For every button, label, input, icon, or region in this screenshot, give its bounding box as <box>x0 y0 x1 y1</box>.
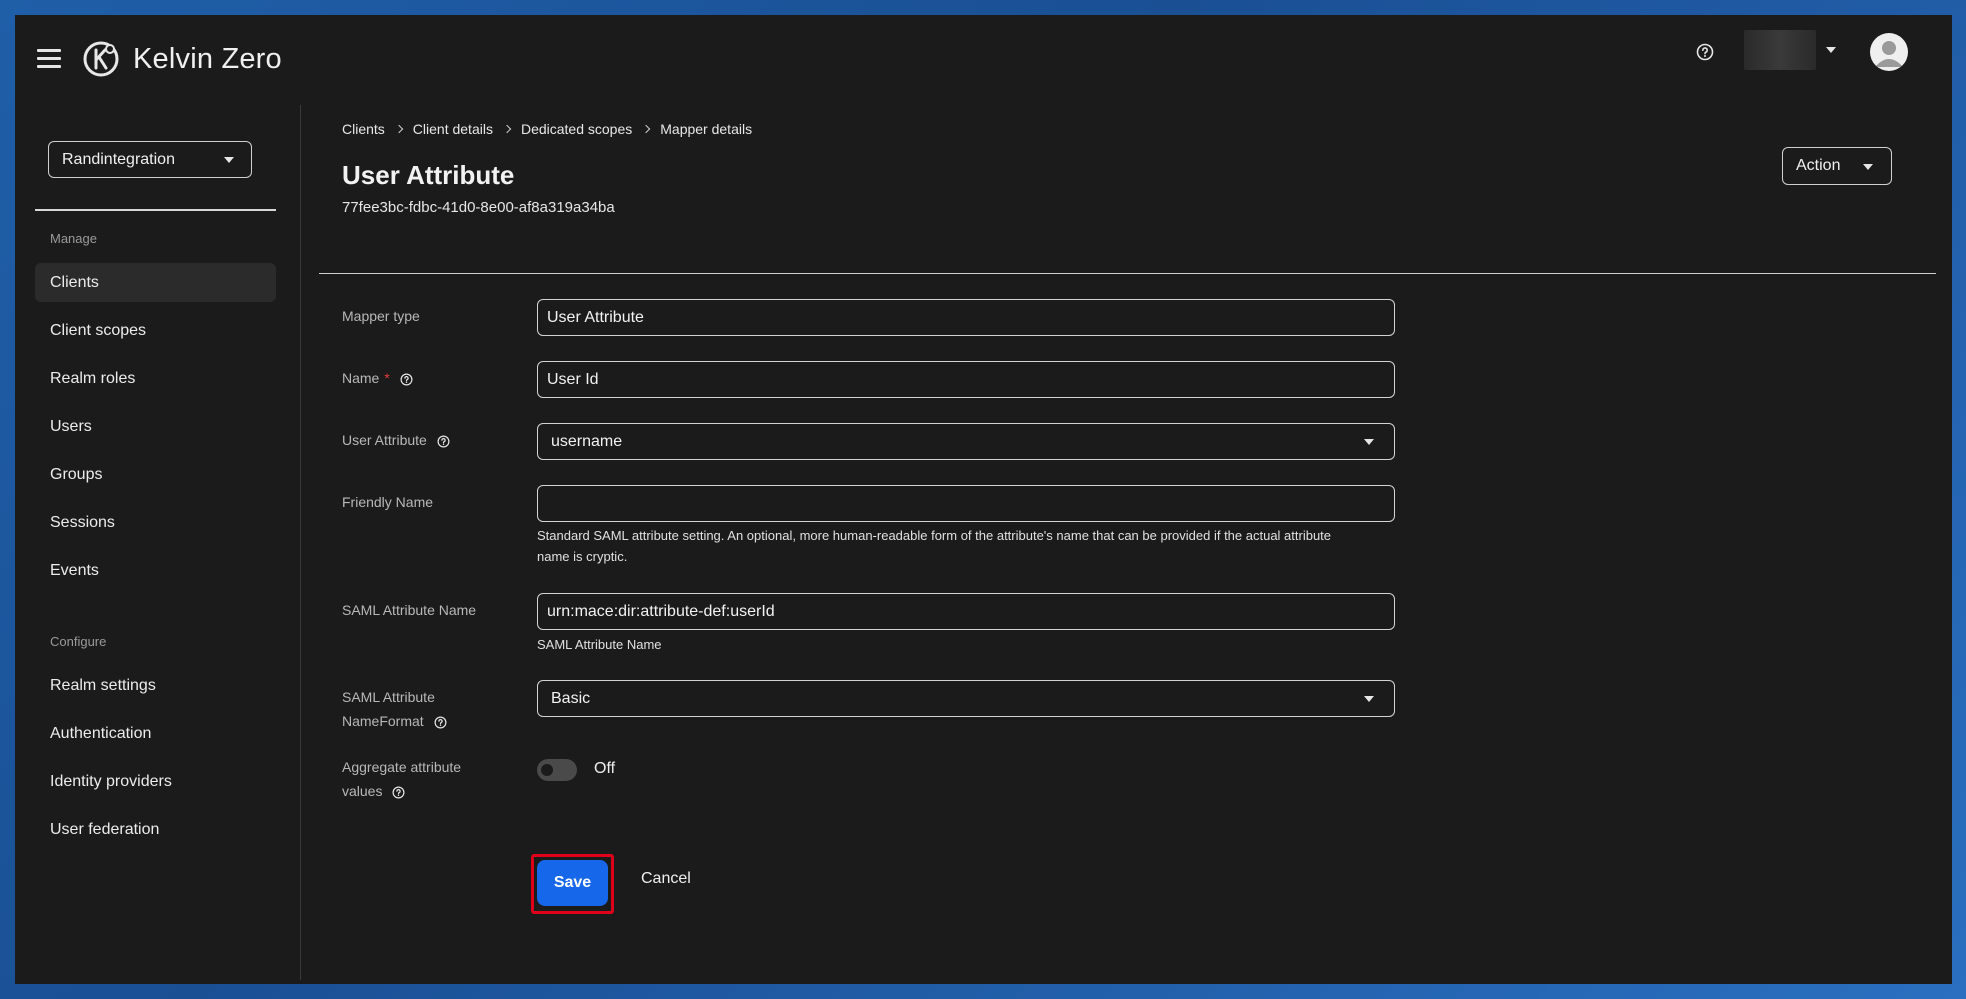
caret-down-icon <box>1364 439 1374 445</box>
user-attribute-value: username <box>551 432 623 450</box>
aggregate-toggle-state: Off <box>594 760 616 777</box>
sidebar-item-events[interactable]: Events <box>35 551 276 590</box>
help-icon[interactable] <box>400 373 413 386</box>
user-attribute-label: User Attribute <box>342 432 427 448</box>
mapper-id: 77fee3bc-fdbc-41d0-8e00-af8a319a34ba <box>342 199 615 216</box>
aggregate-label-line2-row: values <box>342 779 461 803</box>
toggle-knob <box>541 764 553 776</box>
saml-nameformat-value: Basic <box>551 689 591 707</box>
main-content: Clients Client details Dedicated scopes … <box>302 105 1952 980</box>
breadcrumb: Clients Client details Dedicated scopes … <box>342 121 752 137</box>
help-icon[interactable] <box>437 435 450 448</box>
help-icon[interactable] <box>1696 43 1714 61</box>
help-icon[interactable] <box>392 786 405 799</box>
cancel-button[interactable]: Cancel <box>641 870 691 888</box>
caret-down-icon[interactable] <box>1826 47 1836 53</box>
name-label: Name <box>342 370 380 386</box>
saml-attribute-name-helper: SAML Attribute Name <box>537 637 662 652</box>
saml-nameformat-label-line2-row: NameFormat <box>342 709 447 733</box>
user-name-redacted[interactable] <box>1744 30 1816 70</box>
section-label-configure: Configure <box>50 634 107 649</box>
friendly-name-helper: Standard SAML attribute setting. An opti… <box>537 528 1332 564</box>
sidebar-item-realm-settings[interactable]: Realm settings <box>35 666 276 705</box>
sidebar-item-realm-roles[interactable]: Realm roles <box>35 359 276 398</box>
sidebar-item-authentication[interactable]: Authentication <box>35 714 276 753</box>
name-input[interactable] <box>537 361 1395 398</box>
caret-down-icon <box>224 157 234 163</box>
mapper-type-label: Mapper type <box>342 308 420 324</box>
saml-nameformat-label-row: SAML Attribute NameFormat <box>342 685 447 733</box>
sidebar-item-client-scopes[interactable]: Client scopes <box>35 311 276 350</box>
aggregate-label-line2: values <box>342 783 383 799</box>
caret-down-icon <box>1863 164 1873 170</box>
realm-name: Randintegration <box>62 150 175 168</box>
help-icon[interactable] <box>434 716 447 729</box>
friendly-name-label: Friendly Name <box>342 494 434 510</box>
saml-attribute-name-input[interactable] <box>537 593 1395 630</box>
saml-nameformat-label-line1: SAML Attribute <box>342 689 435 705</box>
action-label: Action <box>1796 157 1841 174</box>
action-dropdown[interactable]: Action <box>1782 147 1892 185</box>
page-title: User Attribute <box>342 160 515 190</box>
sidebar: Randintegration Manage Clients Client sc… <box>15 105 301 980</box>
title-divider <box>319 273 1936 274</box>
realm-selector[interactable]: Randintegration <box>48 141 252 178</box>
section-label-manage: Manage <box>50 231 97 246</box>
user-attribute-label-row: User Attribute <box>342 428 450 452</box>
chevron-right-icon <box>642 124 651 134</box>
app-name: Kelvin Zero <box>133 42 282 75</box>
required-marker: * <box>384 370 390 386</box>
chevron-right-icon <box>502 124 512 134</box>
caret-down-icon <box>1364 696 1374 702</box>
sidebar-item-identity-providers[interactable]: Identity providers <box>35 762 276 801</box>
sidebar-divider <box>35 209 276 211</box>
breadcrumb-client-details[interactable]: Client details <box>413 121 493 137</box>
save-button[interactable]: Save <box>537 860 608 906</box>
app-window: Kelvin Zero Randintegration Manage Clien… <box>15 15 1952 984</box>
aggregate-toggle[interactable] <box>537 759 577 781</box>
sidebar-item-user-federation[interactable]: User federation <box>35 810 276 849</box>
aggregate-label-row: Aggregate attribute values <box>342 755 461 803</box>
breadcrumb-mapper-details: Mapper details <box>660 121 753 137</box>
breadcrumb-dedicated-scopes[interactable]: Dedicated scopes <box>521 121 632 137</box>
sidebar-item-groups[interactable]: Groups <box>35 455 276 494</box>
user-attribute-select[interactable]: username <box>537 423 1395 460</box>
saml-attribute-name-label: SAML Attribute Name <box>342 602 477 618</box>
name-label-row: Name * <box>342 366 413 390</box>
aggregate-label-line1: Aggregate attribute <box>342 759 462 775</box>
sidebar-item-sessions[interactable]: Sessions <box>35 503 276 542</box>
hamburger-icon[interactable] <box>37 49 61 69</box>
breadcrumb-clients[interactable]: Clients <box>342 121 385 137</box>
kelvin-zero-logo-icon <box>83 41 119 77</box>
friendly-name-input[interactable] <box>537 485 1395 522</box>
saml-nameformat-label-line2: NameFormat <box>342 713 424 729</box>
sidebar-item-clients[interactable]: Clients <box>35 263 276 302</box>
sidebar-item-users[interactable]: Users <box>35 407 276 446</box>
logo[interactable]: Kelvin Zero <box>81 39 282 79</box>
saml-nameformat-select[interactable]: Basic <box>537 680 1395 717</box>
masthead: Kelvin Zero <box>15 15 1952 105</box>
chevron-right-icon <box>394 124 404 134</box>
mapper-type-field[interactable] <box>537 299 1395 336</box>
user-avatar-icon[interactable] <box>1870 33 1908 71</box>
